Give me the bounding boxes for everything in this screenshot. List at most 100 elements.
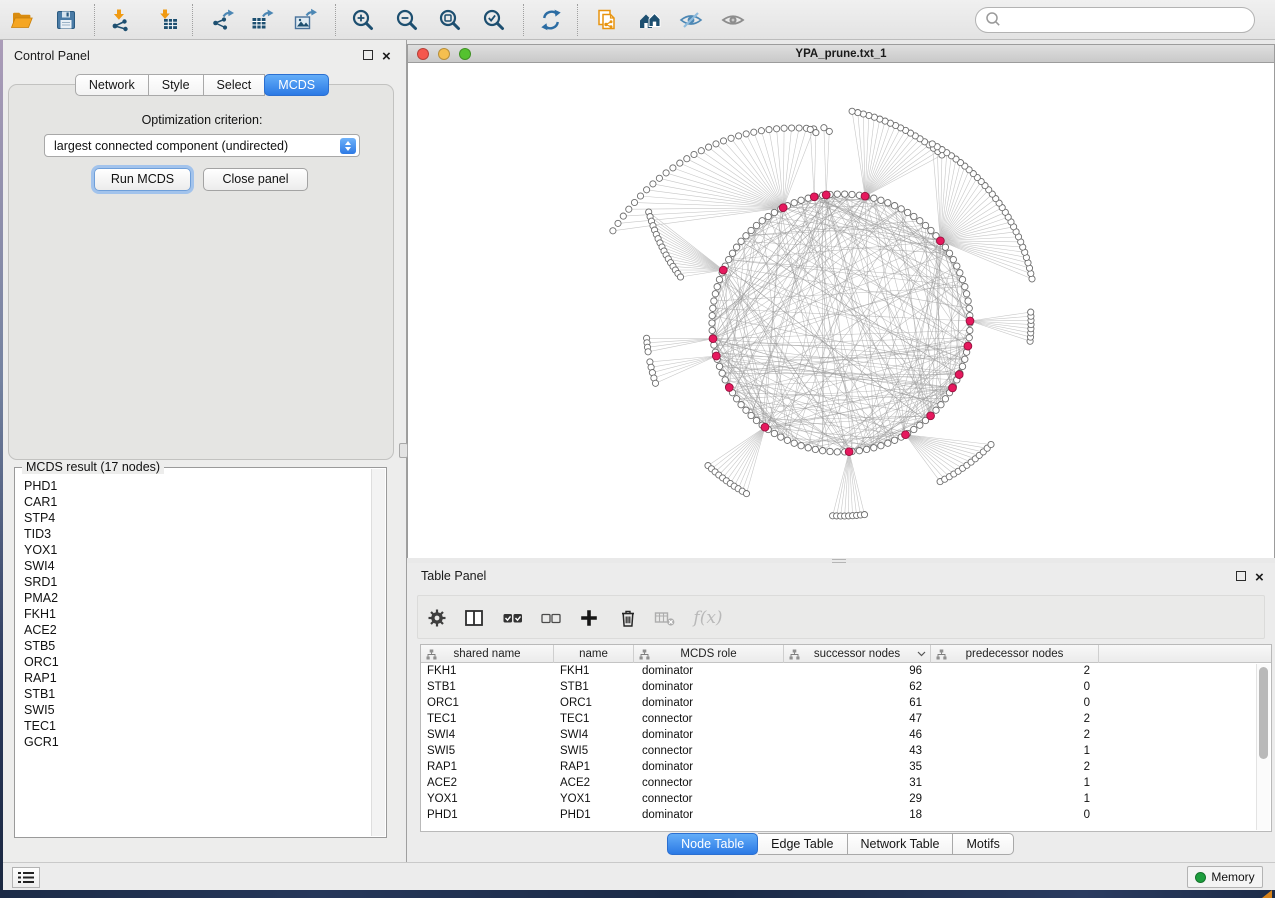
cell-mcds-role[interactable]: connector — [634, 791, 784, 807]
column-header-mcds-role[interactable]: MCDS role — [634, 645, 784, 663]
cell-name[interactable]: SWI4 — [554, 727, 634, 743]
mcds-result-item[interactable]: ACE2 — [24, 622, 370, 638]
mcds-result-item[interactable]: PHD1 — [24, 478, 370, 494]
table-row[interactable]: SWI4SWI4dominator462 — [421, 727, 1271, 743]
sort-chevron-icon[interactable] — [917, 651, 926, 657]
tab-motifs[interactable]: Motifs — [953, 833, 1013, 855]
cell-predecessor-nodes[interactable]: 1 — [931, 791, 1099, 807]
cell-mcds-role[interactable]: dominator — [634, 679, 784, 695]
add-column-plus-icon[interactable] — [577, 606, 601, 630]
task-history-button[interactable] — [12, 867, 40, 888]
cell-predecessor-nodes[interactable]: 2 — [931, 727, 1099, 743]
mcds-result-item[interactable]: STB5 — [24, 638, 370, 654]
clone-network-icon[interactable] — [592, 6, 622, 34]
tab-network-table[interactable]: Network Table — [848, 833, 954, 855]
export-network-icon[interactable] — [207, 6, 237, 34]
network-window-titlebar[interactable]: YPA_prune.txt_1 — [408, 45, 1274, 63]
table-scrollbar-thumb[interactable] — [1259, 667, 1268, 759]
cell-predecessor-nodes[interactable]: 0 — [931, 695, 1099, 711]
mcds-result-item[interactable]: TEC1 — [24, 718, 370, 734]
mcds-result-item[interactable]: SWI5 — [24, 702, 370, 718]
network-manager-icon[interactable] — [635, 6, 665, 34]
tab-select[interactable]: Select — [204, 74, 266, 96]
maximize-traffic-light[interactable] — [459, 48, 471, 60]
mcds-result-item[interactable]: STB1 — [24, 686, 370, 702]
float-table-panel-button[interactable] — [1236, 571, 1246, 581]
cell-predecessor-nodes[interactable]: 1 — [931, 743, 1099, 759]
cell-mcds-role[interactable]: dominator — [634, 759, 784, 775]
cell-shared-name[interactable]: PHD1 — [421, 807, 554, 823]
table-row[interactable]: RAP1RAP1dominator352 — [421, 759, 1271, 775]
cell-shared-name[interactable]: SWI4 — [421, 727, 554, 743]
mcds-result-item[interactable]: STP4 — [24, 510, 370, 526]
table-options-gear-icon[interactable] — [425, 606, 449, 630]
table-row[interactable]: STB1STB1dominator620 — [421, 679, 1271, 695]
tab-node-table[interactable]: Node Table — [667, 833, 758, 855]
cell-successor-nodes[interactable]: 31 — [784, 775, 931, 791]
cell-shared-name[interactable]: FKH1 — [421, 663, 554, 679]
show-columns-icon[interactable] — [462, 606, 486, 630]
mcds-result-item[interactable]: YOX1 — [24, 542, 370, 558]
table-row[interactable]: ACE2ACE2connector311 — [421, 775, 1271, 791]
cell-shared-name[interactable]: STB1 — [421, 679, 554, 695]
tab-edge-table[interactable]: Edge Table — [758, 833, 847, 855]
tab-network[interactable]: Network — [75, 74, 149, 96]
cell-successor-nodes[interactable]: 35 — [784, 759, 931, 775]
node-table[interactable]: shared namename MCDS role successor node… — [420, 644, 1272, 832]
cell-name[interactable]: ACE2 — [554, 775, 634, 791]
cell-shared-name[interactable]: SWI5 — [421, 743, 554, 759]
cell-shared-name[interactable]: RAP1 — [421, 759, 554, 775]
cell-mcds-role[interactable]: connector — [634, 743, 784, 759]
zoom-in-icon[interactable] — [348, 6, 378, 34]
close-panel-action-button[interactable]: Close panel — [203, 168, 308, 191]
float-window-button[interactable] — [363, 50, 373, 60]
delete-column-trash-icon[interactable] — [616, 606, 640, 630]
export-table-icon[interactable] — [247, 6, 277, 34]
cell-predecessor-nodes[interactable]: 2 — [931, 711, 1099, 727]
mcds-result-item[interactable]: SRD1 — [24, 574, 370, 590]
memory-button[interactable]: Memory — [1187, 866, 1263, 888]
tab-mcds[interactable]: MCDS — [264, 74, 329, 96]
table-row[interactable]: TEC1TEC1connector472 — [421, 711, 1271, 727]
table-row[interactable]: ORC1ORC1dominator610 — [421, 695, 1271, 711]
save-session-icon[interactable] — [51, 6, 81, 34]
cell-successor-nodes[interactable]: 61 — [784, 695, 931, 711]
cell-successor-nodes[interactable]: 47 — [784, 711, 931, 727]
table-row[interactable]: FKH1FKH1dominator962 — [421, 663, 1271, 679]
close-traffic-light[interactable] — [417, 48, 429, 60]
select-all-checkbox-icon[interactable] — [501, 606, 525, 630]
table-row[interactable]: YOX1YOX1connector291 — [421, 791, 1271, 807]
cell-name[interactable]: FKH1 — [554, 663, 634, 679]
refresh-icon[interactable] — [536, 6, 566, 34]
table-row[interactable]: SWI5SWI5connector431 — [421, 743, 1271, 759]
tab-style[interactable]: Style — [149, 74, 204, 96]
cell-shared-name[interactable]: YOX1 — [421, 791, 554, 807]
hide-graphics-details-icon[interactable] — [676, 6, 706, 34]
cell-shared-name[interactable]: TEC1 — [421, 711, 554, 727]
mcds-result-item[interactable]: PMA2 — [24, 590, 370, 606]
mcds-result-item[interactable]: CAR1 — [24, 494, 370, 510]
vertical-splitter-grip[interactable] — [399, 443, 408, 458]
cell-name[interactable]: YOX1 — [554, 791, 634, 807]
open-session-icon[interactable] — [7, 6, 37, 34]
cell-predecessor-nodes[interactable]: 0 — [931, 679, 1099, 695]
cell-mcds-role[interactable]: dominator — [634, 663, 784, 679]
cell-successor-nodes[interactable]: 62 — [784, 679, 931, 695]
run-mcds-button[interactable]: Run MCDS — [94, 168, 191, 191]
close-panel-button[interactable]: × — [382, 52, 391, 62]
column-header-predecessor-nodes[interactable]: predecessor nodes — [931, 645, 1099, 663]
mcds-result-item[interactable]: TID3 — [24, 526, 370, 542]
cell-successor-nodes[interactable]: 29 — [784, 791, 931, 807]
column-header-name[interactable]: name — [554, 645, 634, 663]
optimization-criterion-select[interactable]: largest connected component (undirected) — [44, 134, 360, 157]
mcds-result-item[interactable]: GCR1 — [24, 734, 370, 750]
network-canvas[interactable] — [408, 64, 1274, 558]
column-header-shared-name[interactable]: shared name — [421, 645, 554, 663]
cell-name[interactable]: RAP1 — [554, 759, 634, 775]
cell-predecessor-nodes[interactable]: 2 — [931, 759, 1099, 775]
cell-mcds-role[interactable]: dominator — [634, 695, 784, 711]
cell-successor-nodes[interactable]: 43 — [784, 743, 931, 759]
table-row[interactable]: PHD1PHD1dominator180 — [421, 807, 1271, 823]
cell-name[interactable]: STB1 — [554, 679, 634, 695]
zoom-fit-icon[interactable] — [435, 6, 465, 34]
